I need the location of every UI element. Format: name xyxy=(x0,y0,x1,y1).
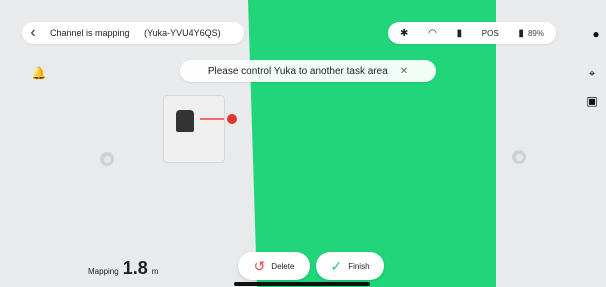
undo-icon: ↺ xyxy=(253,257,266,274)
check-icon: ✓ xyxy=(330,257,343,274)
bluetooth-icon: ✱ xyxy=(400,27,409,39)
robot-position xyxy=(200,112,240,126)
menu-icon[interactable]: ● xyxy=(587,25,605,43)
robot-marker xyxy=(163,95,225,163)
delete-button[interactable]: ↺ Delete xyxy=(238,252,310,280)
finish-label: Finish xyxy=(348,261,370,271)
back-icon[interactable]: ‹ xyxy=(22,22,44,44)
mapping-distance: Mapping 1.8 m xyxy=(88,258,158,279)
mapping-title: Channel is mapping xyxy=(50,28,130,38)
bell-icon[interactable]: 🔔 xyxy=(30,64,48,82)
instruction-toast: Please control Yuka to another task area… xyxy=(180,60,436,82)
robot-icon xyxy=(176,110,194,132)
signal-icon: ▮ xyxy=(456,27,463,39)
mapping-label: Mapping xyxy=(88,267,119,276)
pos-label: POS xyxy=(481,28,499,38)
battery-icon: ▮ xyxy=(518,27,524,39)
anchor-point-left xyxy=(100,152,114,166)
locate-icon[interactable]: ⌖ xyxy=(583,64,601,82)
toast-message: Please control Yuka to another task area xyxy=(207,65,388,77)
anchor-point-right xyxy=(512,150,526,164)
mapping-value: 1.8 xyxy=(122,258,148,278)
home-indicator xyxy=(234,282,370,286)
mapping-title-bar: ‹ Channel is mapping (Yuka-YVU4Y6QS) xyxy=(22,22,244,44)
finish-button[interactable]: ✓ Finish xyxy=(316,252,384,280)
map-layer-icon[interactable]: ▣ xyxy=(583,92,601,110)
mapping-unit: m xyxy=(151,267,159,276)
wifi-icon: ◠ xyxy=(428,27,437,39)
status-bar: ✱ ◠ ▮ POS ▮ 89% xyxy=(388,22,556,44)
delete-label: Delete xyxy=(271,261,295,271)
close-icon[interactable]: ✕ xyxy=(400,66,408,77)
device-name: (Yuka-YVU4Y6QS) xyxy=(144,28,221,38)
battery-percent: 89% xyxy=(527,28,544,38)
